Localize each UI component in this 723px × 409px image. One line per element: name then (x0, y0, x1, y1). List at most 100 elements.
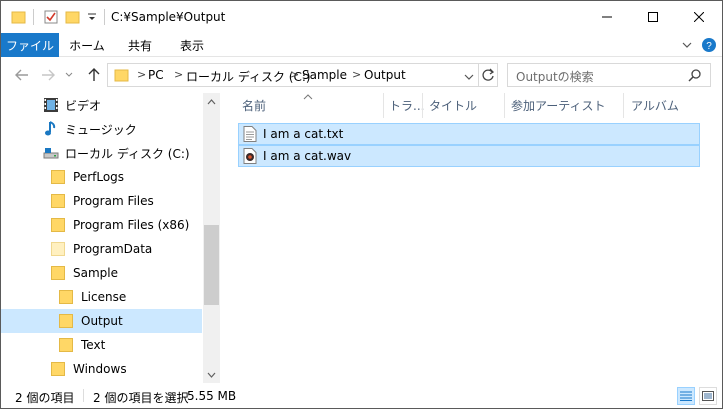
nav-item-label: ProgramData (73, 242, 153, 256)
up-button[interactable] (85, 66, 103, 84)
nav-item-programdata[interactable]: ProgramData (1, 237, 202, 261)
divider (478, 64, 479, 86)
nav-item-video[interactable]: ビデオ (1, 93, 202, 117)
tab-share[interactable]: 共有 (117, 33, 163, 57)
folder-icon (59, 289, 75, 305)
nav-item-label: Windows (73, 362, 127, 376)
nav-item-label: Sample (73, 266, 118, 280)
divider (104, 9, 105, 25)
window-title: C:¥Sample¥Output (111, 10, 226, 24)
scroll-thumb[interactable] (204, 225, 219, 305)
nav-item-label: ビデオ (65, 98, 102, 113)
address-bar[interactable]: > PC > ローカル ディスク (C:) > Sample > Output (107, 63, 498, 87)
nav-item-license[interactable]: License (1, 285, 202, 309)
folder-icon (51, 265, 67, 281)
item-count: 2 個の項目 (15, 391, 75, 405)
nav-item-label: License (81, 290, 127, 304)
folder-icon (59, 313, 75, 329)
close-button[interactable] (676, 1, 722, 33)
explorer-window: C:¥Sample¥Output ファイル ホーム 共有 表示 ? > PC >… (0, 0, 723, 409)
audio-file-icon (243, 148, 257, 164)
column-header-track[interactable]: トラ... (389, 93, 424, 118)
breadcrumb-separator: > (174, 68, 184, 81)
refresh-icon[interactable] (481, 68, 495, 85)
nav-item-label: Program Files (73, 194, 154, 208)
status-bar: 2 個の項目 2 個の項目を選択 5.55 MB (1, 383, 722, 408)
search-input[interactable]: Outputの検索 (507, 63, 711, 87)
folder-icon (51, 193, 67, 209)
properties-icon[interactable] (43, 9, 59, 28)
nav-item-output[interactable]: Output (1, 309, 202, 333)
address-dropdown-icon[interactable] (464, 70, 474, 84)
breadcrumb-separator: > (137, 68, 147, 81)
video-icon (43, 97, 59, 113)
file-row[interactable]: I am a cat.txt (238, 123, 700, 145)
customize-toolbar-icon[interactable] (87, 11, 97, 25)
scroll-up-icon[interactable] (203, 93, 220, 110)
drive-icon (43, 145, 59, 161)
ribbon-tabs: ファイル ホーム 共有 表示 ? (1, 33, 722, 57)
text-file-icon (243, 126, 257, 142)
nav-item-label: Text (81, 338, 106, 352)
search-placeholder: Outputの検索 (516, 70, 594, 84)
breadcrumb-separator: > (352, 68, 362, 81)
help-icon[interactable]: ? (701, 37, 717, 56)
tab-home[interactable]: ホーム (61, 33, 113, 57)
folder-icon (51, 169, 67, 185)
breadcrumb-sample[interactable]: Sample (302, 68, 347, 82)
column-divider[interactable] (422, 93, 423, 118)
column-header-name[interactable]: 名前 (242, 93, 382, 118)
nav-item-music[interactable]: ミュージック (1, 117, 202, 141)
nav-scrollbar[interactable] (203, 93, 220, 383)
nav-item-label: Output (81, 314, 123, 328)
column-divider[interactable] (623, 93, 624, 118)
nav-item-label: PerfLogs (73, 170, 125, 184)
breadcrumb-pc[interactable]: PC (148, 68, 164, 82)
breadcrumb-output[interactable]: Output (364, 68, 406, 82)
forward-button[interactable] (39, 66, 57, 84)
back-button[interactable] (13, 66, 31, 84)
nav-item-program-files[interactable]: Program Files (1, 189, 202, 213)
folder-icon (51, 241, 67, 257)
nav-item-local-disk[interactable]: ローカル ディスク (C:) (1, 141, 202, 165)
tab-file[interactable]: ファイル (1, 33, 59, 57)
column-divider[interactable] (504, 93, 505, 118)
search-icon[interactable] (688, 68, 702, 85)
nav-item-windows[interactable]: Windows (1, 357, 202, 381)
column-header-title[interactable]: タイトル (429, 93, 503, 118)
title-bar: C:¥Sample¥Output (1, 1, 722, 33)
nav-item-program-files-x86[interactable]: Program Files (x86) (1, 213, 202, 237)
recent-locations-icon[interactable] (63, 66, 75, 84)
nav-item-sample[interactable]: Sample (1, 261, 202, 285)
nav-item-text[interactable]: Text (1, 333, 202, 357)
scroll-down-icon[interactable] (203, 366, 220, 383)
column-header-album[interactable]: アルバム (631, 93, 701, 118)
address-row: > PC > ローカル ディスク (C:) > Sample > Output … (1, 57, 722, 93)
nav-item-perflogs[interactable]: PerfLogs (1, 165, 202, 189)
column-header-artists[interactable]: 参加アーティスト (511, 93, 621, 118)
file-name: I am a cat.txt (263, 127, 344, 141)
svg-text:?: ? (706, 41, 712, 52)
tab-view[interactable]: 表示 (169, 33, 215, 57)
details-view-button[interactable] (677, 387, 695, 405)
folder-icon (51, 361, 67, 377)
breadcrumb-separator: > (290, 68, 300, 81)
file-row[interactable]: I am a cat.wav (238, 145, 700, 167)
new-folder-icon[interactable] (65, 9, 81, 28)
nav-item-label: ローカル ディスク (C:) (65, 146, 190, 161)
large-icons-view-button[interactable] (699, 387, 717, 405)
nav-item-label: Program Files (x86) (73, 218, 190, 232)
column-divider[interactable] (383, 93, 384, 118)
expand-ribbon-icon[interactable] (681, 39, 693, 54)
navigation-pane: ビデオ ミュージック ローカル ディスク (C:) PerfLogs Progr… (1, 93, 220, 383)
folder-icon (11, 9, 27, 28)
selection-size: 5.55 MB (187, 389, 237, 403)
maximize-button[interactable] (630, 1, 676, 33)
folder-icon (59, 337, 75, 353)
file-name: I am a cat.wav (263, 149, 352, 163)
folder-icon (114, 67, 130, 86)
divider (83, 389, 84, 402)
minimize-button[interactable] (584, 1, 630, 33)
nav-item-label: ミュージック (65, 122, 137, 137)
folder-icon (51, 217, 67, 233)
